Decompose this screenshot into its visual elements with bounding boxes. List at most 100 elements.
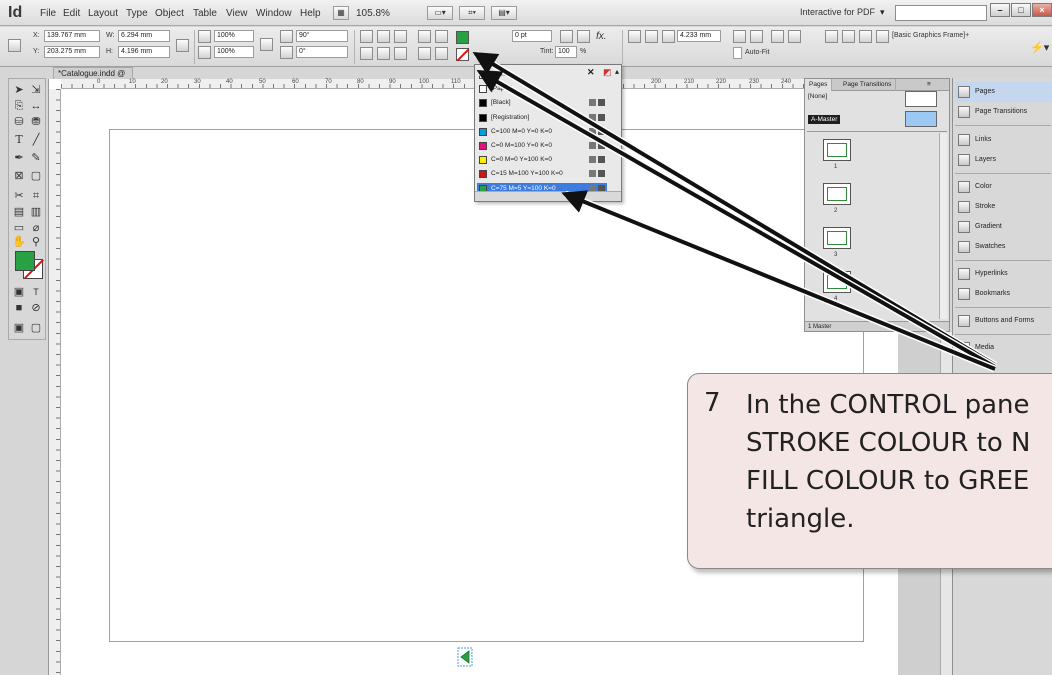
dock-item-color[interactable]: Color (955, 177, 1052, 197)
content-collector-icon[interactable]: ⛁ (12, 115, 26, 129)
rectangle-frame-tool-icon[interactable]: ⊠ (12, 169, 26, 183)
fill-box-icon[interactable] (15, 251, 35, 271)
shear-field[interactable]: 0° (296, 46, 348, 58)
formatting-text-icon[interactable]: T (29, 285, 43, 299)
fill-color-swatch[interactable] (456, 31, 469, 44)
a-master-thumbnail[interactable] (905, 111, 937, 127)
swatch-item[interactable]: [Registration] (477, 112, 607, 124)
search-input[interactable] (895, 5, 987, 21)
center-content-icon[interactable] (788, 30, 801, 43)
gradient-swatch-tool-icon[interactable]: ▤ (12, 205, 26, 219)
close-button[interactable]: × (1032, 3, 1052, 17)
panel-menu-icon[interactable]: ⚡▾ (1030, 41, 1049, 54)
width-field[interactable]: 6.294 mm (118, 30, 170, 42)
dock-item-hyperlinks[interactable]: Hyperlinks (955, 264, 1052, 284)
text-wrap-icon[interactable] (560, 30, 573, 43)
dock-item-pages[interactable]: Pages (955, 82, 1052, 102)
dock-item-media[interactable]: Media (955, 338, 1052, 358)
pages-scrollbar[interactable] (939, 133, 947, 319)
corner-options-icon[interactable] (662, 30, 675, 43)
menu-object[interactable]: Object (155, 8, 184, 19)
page-thumbnail[interactable] (823, 271, 851, 293)
page-thumbnail[interactable] (823, 227, 851, 249)
pencil-tool-icon[interactable]: ✎ (29, 151, 43, 165)
scroll-up-icon[interactable]: ▴ (615, 67, 619, 76)
stroke-color-swatch[interactable] (456, 48, 469, 61)
select-child-icon[interactable] (435, 47, 448, 60)
fit-content-icon[interactable] (733, 30, 746, 43)
dock-item-buttons-and-forms[interactable]: Buttons and Forms (955, 311, 1052, 331)
tint-field[interactable]: 100 (555, 46, 577, 58)
menu-view[interactable]: View (226, 8, 248, 19)
align-left-icon[interactable] (825, 30, 838, 43)
rotation-field[interactable]: 90° (296, 30, 348, 42)
apply-none-icon[interactable]: ⊘ (29, 301, 43, 315)
scissors-tool-icon[interactable]: ✂ (12, 189, 26, 203)
x-position-field[interactable]: 139.767 mm (44, 30, 100, 42)
flip-vertical-icon[interactable] (377, 47, 390, 60)
select-container-icon[interactable] (394, 30, 407, 43)
view-options-button[interactable]: ▭▾ (427, 6, 453, 20)
chevron-down-icon[interactable]: ▾ (880, 7, 885, 18)
menu-type[interactable]: Type (126, 8, 148, 19)
selection-tool-icon[interactable]: ➤ (12, 83, 26, 97)
fill-frame-icon[interactable] (771, 30, 784, 43)
selected-triangle-icon[interactable] (457, 647, 473, 667)
swatch-item[interactable]: C=0 M=0 Y=100 K=0 (477, 154, 607, 166)
normal-view-icon[interactable]: ▣ (12, 321, 26, 335)
dock-item-layers[interactable]: Layers (955, 150, 1052, 170)
apply-color-icon[interactable]: ■ (12, 301, 26, 315)
reference-point-icon[interactable] (8, 39, 21, 52)
effects-icon[interactable]: fx. (596, 31, 607, 42)
select-content-icon[interactable] (394, 47, 407, 60)
bridge-button[interactable]: ▦ (333, 6, 349, 20)
page-thumbnail[interactable] (823, 139, 851, 161)
auto-fit-checkbox[interactable] (733, 47, 742, 59)
a-master-label[interactable]: A-Master (808, 115, 841, 124)
hand-tool-icon[interactable]: ✋ (12, 235, 26, 249)
arrange-documents-button[interactable]: ▤▾ (491, 6, 517, 20)
constrain-scale-icon[interactable] (260, 38, 273, 51)
menu-help[interactable]: Help (300, 8, 321, 19)
dock-item-bookmarks[interactable]: Bookmarks (955, 284, 1052, 304)
note-tool-icon[interactable]: ▭ (12, 221, 26, 235)
document-tab[interactable]: *Catalogue.indd @ 105% (53, 67, 133, 89)
object-style-icon[interactable] (876, 30, 889, 43)
select-parent-icon[interactable] (418, 47, 431, 60)
object-style-select[interactable]: [Basic Graphics Frame]+ (892, 32, 969, 39)
swatch-item[interactable]: C=15 M=100 Y=100 K=0 (477, 168, 607, 180)
eyedropper-tool-icon[interactable]: ⌀ (29, 221, 43, 235)
type-tool-icon[interactable]: T (12, 133, 26, 147)
fit-frame-icon[interactable] (750, 30, 763, 43)
select-previous-icon[interactable] (418, 30, 431, 43)
dock-item-stroke[interactable]: Stroke (955, 197, 1052, 217)
offset-field[interactable]: 4.233 mm (677, 30, 721, 42)
zoom-level[interactable]: 105.8% (356, 8, 390, 19)
scale-x-field[interactable]: 100% (214, 30, 254, 42)
align-center-icon[interactable] (842, 30, 855, 43)
menu-layout[interactable]: Layout (88, 8, 118, 19)
free-transform-tool-icon[interactable]: ⌗ (29, 189, 43, 203)
scale-y-field[interactable]: 100% (214, 46, 254, 58)
tab-pages[interactable]: Pages (805, 79, 833, 91)
swatch-item[interactable]: C=0 M=100 Y=0 K=0 (477, 140, 607, 152)
dock-item-gradient[interactable]: Gradient (955, 217, 1052, 237)
content-placer-icon[interactable]: ⛃ (29, 115, 43, 129)
stroke-weight-field[interactable]: 0 pt (512, 30, 552, 42)
constrain-proportions-icon[interactable] (176, 39, 189, 52)
none-master-thumbnail[interactable] (905, 91, 937, 107)
tab-page-transitions[interactable]: Page Transitions (839, 79, 897, 91)
workspace-switcher[interactable]: Interactive for PDF (800, 7, 875, 17)
gap-tool-icon[interactable]: ↔ (29, 99, 43, 113)
preview-mode-icon[interactable]: ▢ (29, 321, 43, 335)
page-tool-icon[interactable]: ⎘ (12, 99, 26, 113)
height-field[interactable]: 4.196 mm (118, 46, 170, 58)
dock-item-links[interactable]: Links (955, 130, 1052, 150)
menu-table[interactable]: Table (193, 8, 217, 19)
minimize-button[interactable]: – (990, 3, 1010, 17)
page-thumbnail[interactable] (823, 183, 851, 205)
formatting-container-icon[interactable]: ▣ (12, 285, 26, 299)
zoom-tool-icon[interactable]: ⚲ (29, 235, 43, 249)
swatch-item[interactable]: C=100 M=0 Y=0 K=0 (477, 126, 607, 138)
dock-item-swatches[interactable]: Swatches (955, 237, 1052, 257)
